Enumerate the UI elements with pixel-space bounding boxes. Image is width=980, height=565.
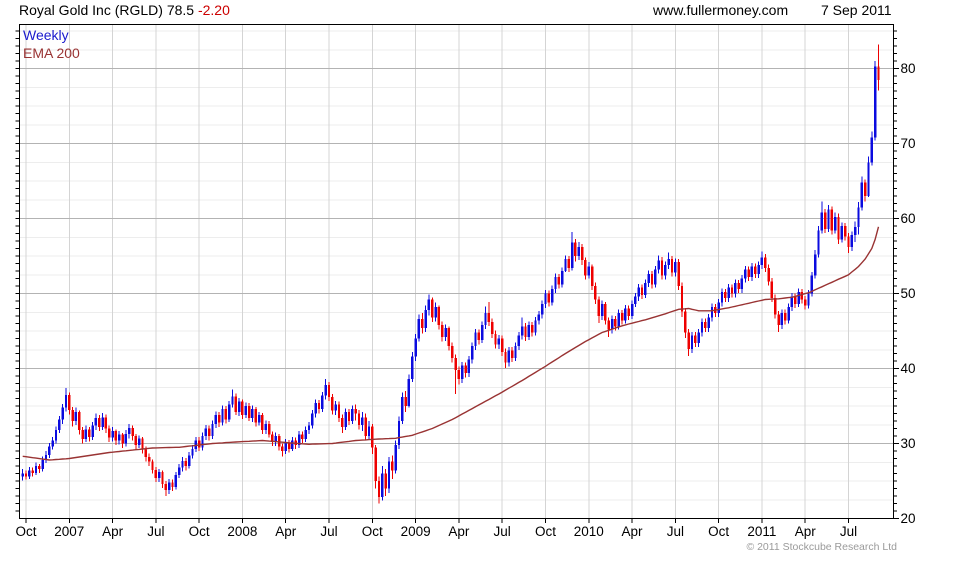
price-chart: 20 30 40 50 60 70 80 Oct 2007 Apr Jul Oct 2008 Apr Jul… [0, 0, 980, 560]
x-axis-tick-label: Jul [667, 524, 684, 539]
copyright-notice: © 2011 Stockcube Research Ltd [746, 541, 897, 553]
x-axis-tick-label: Oct [362, 524, 383, 539]
instrument-name-and-price: Royal Gold Inc (RGLD) 78.5 [19, 2, 195, 18]
x-axis-tick-label: Apr [448, 524, 470, 539]
x-axis-tick-label: Apr [102, 524, 124, 539]
price-change: -2.20 [197, 2, 230, 18]
x-axis-tick-label: Apr [795, 524, 817, 539]
x-axis-tick-label: Jul [320, 524, 337, 539]
x-axis-tick-label: 2007 [54, 524, 84, 539]
y-axis-tick-label: 50 [901, 286, 916, 301]
y-axis-tick-label: 80 [901, 61, 916, 76]
y-axis-tick-label: 20 [901, 511, 916, 526]
y-axis-tick-label: 60 [901, 211, 916, 226]
x-axis-tick-label: Jul [494, 524, 511, 539]
x-axis-tick-label: 2008 [227, 524, 257, 539]
x-axis-tick-label: Apr [275, 524, 297, 539]
x-axis-tick-label: Apr [622, 524, 644, 539]
x-axis-tick-label: Oct [535, 524, 556, 539]
x-axis-tick-label: 2010 [574, 524, 604, 539]
x-axis-tick-label: Oct [189, 524, 210, 539]
chart-canvas: 20 30 40 50 60 70 80 Oct 2007 Apr Jul Oct 2008 Apr Jul… [15, 24, 916, 539]
y-axis-tick-label: 40 [901, 361, 916, 376]
x-axis-tick-label: Oct [708, 524, 729, 539]
y-axis-tick-label: 30 [901, 436, 916, 451]
y-axis-tick-label: 70 [901, 136, 916, 151]
x-axis-tick-label: Jul [840, 524, 857, 539]
site-label: www.fullermoney.com [653, 2, 789, 18]
legend-timeframe: Weekly [23, 27, 69, 43]
x-axis-tick-label: 2011 [747, 524, 776, 539]
legend-ema-200: EMA 200 [23, 45, 80, 61]
x-axis-tick-label: Jul [147, 524, 164, 539]
page-title: Royal Gold Inc (RGLD) 78.5 -2.20 [19, 2, 230, 18]
x-axis-tick-label: Oct [15, 524, 36, 539]
x-axis-tick-label: 2009 [401, 524, 431, 539]
date-label: 7 Sep 2011 [821, 2, 892, 18]
